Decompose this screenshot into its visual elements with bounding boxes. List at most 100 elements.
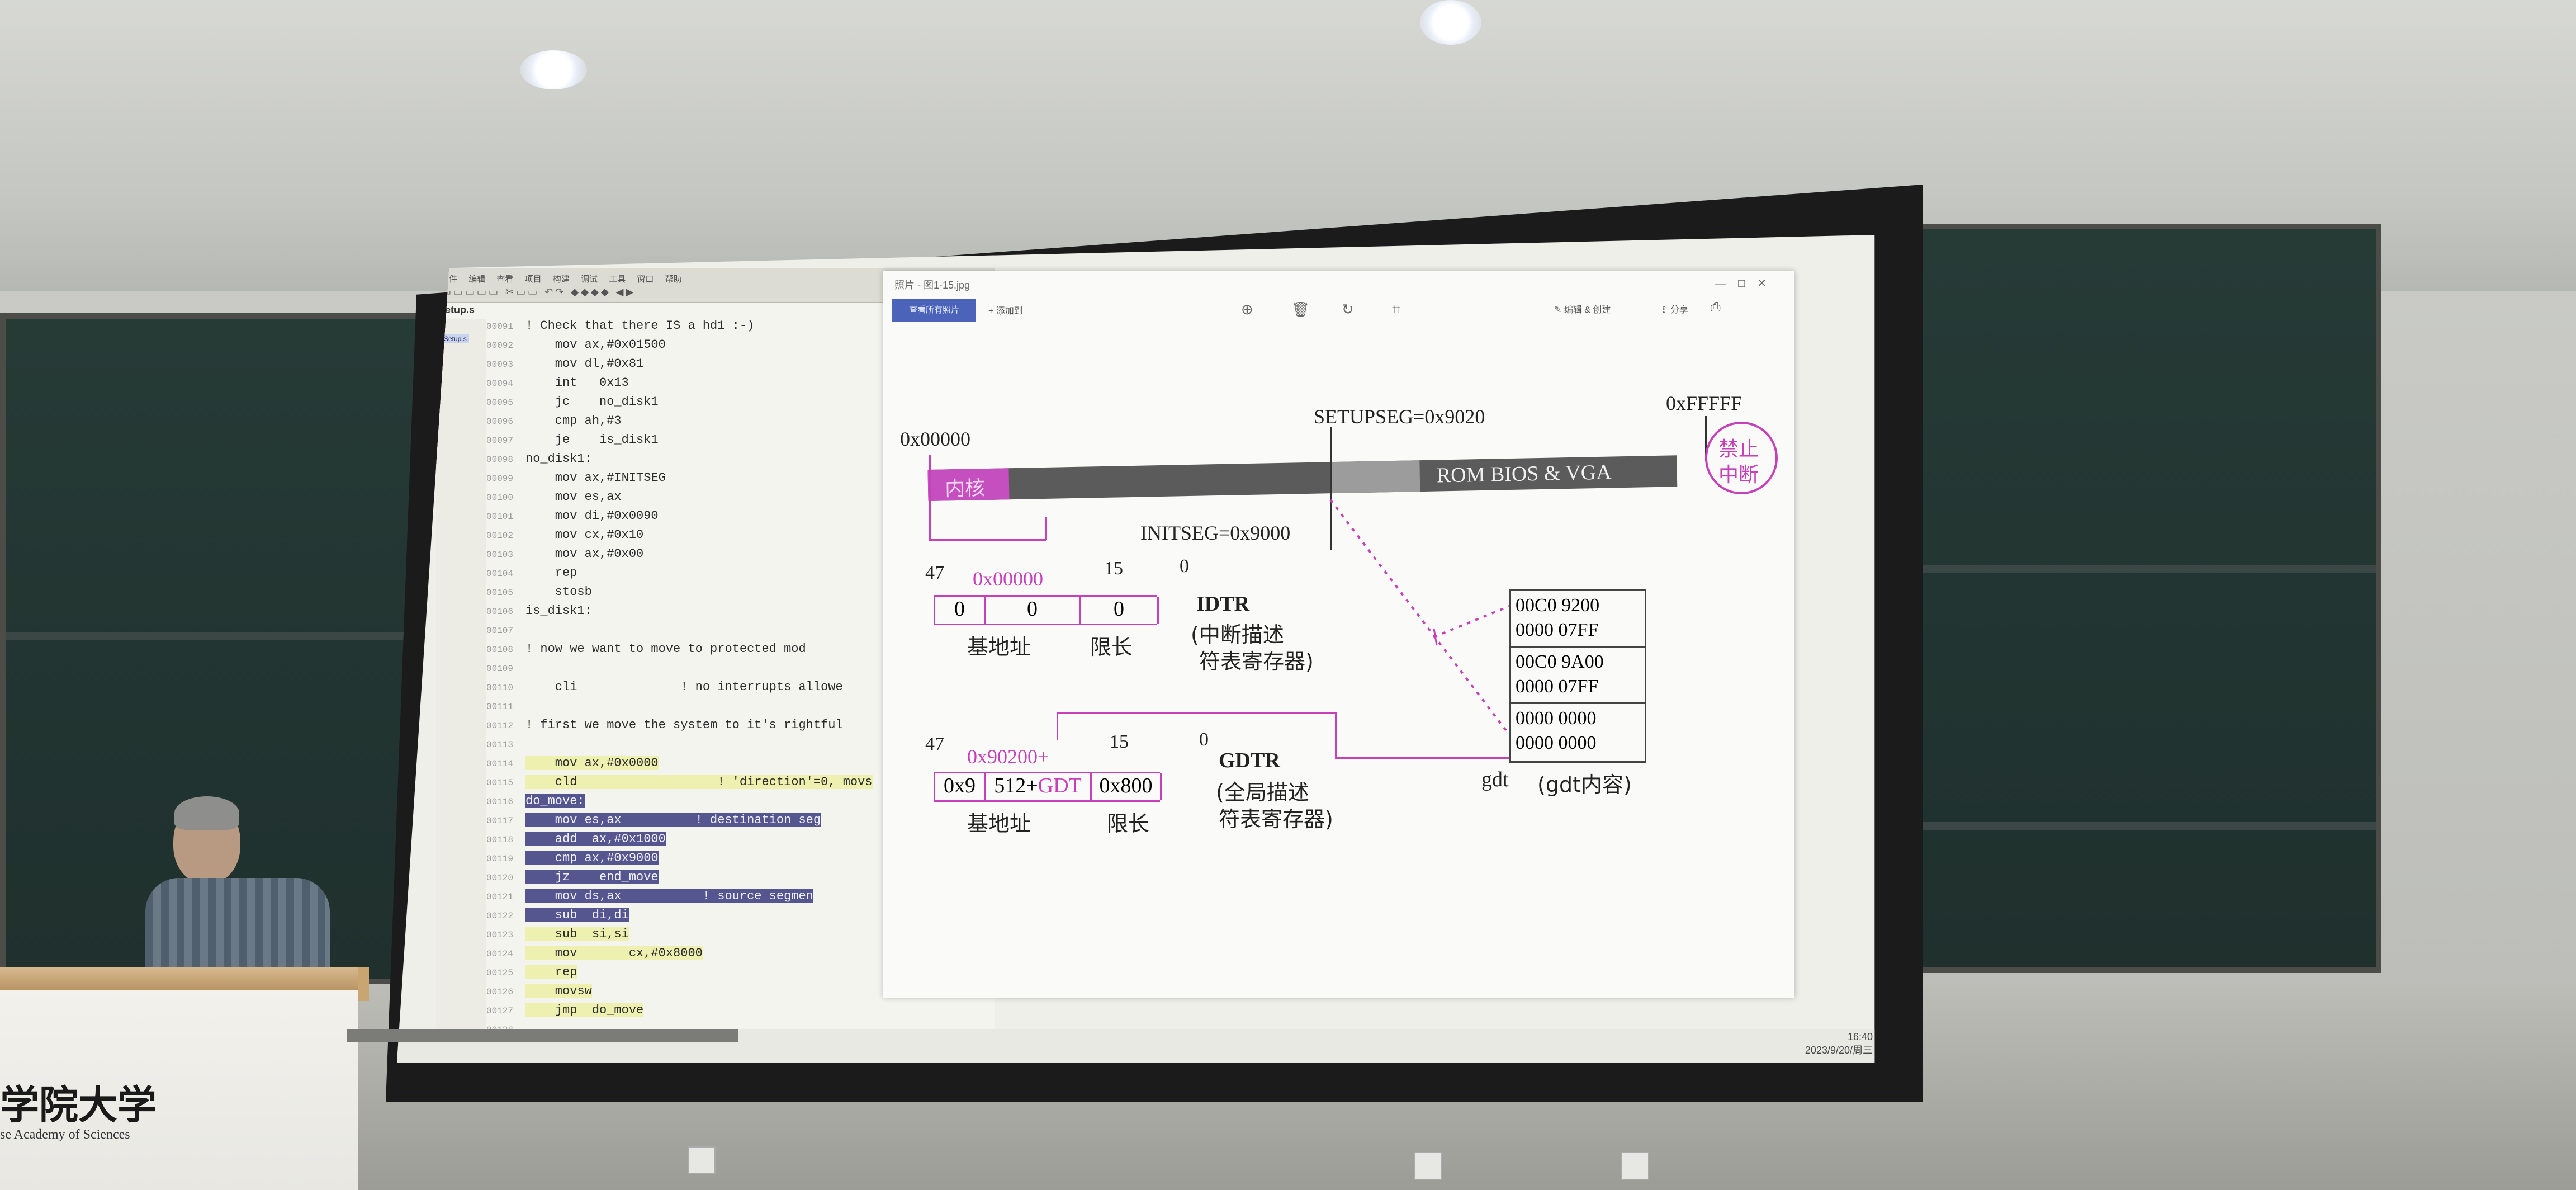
gdtr-bit15: 15	[1110, 731, 1129, 752]
idtr-cell-1: 0	[986, 597, 1081, 624]
gdtr-name: GDTR	[1219, 749, 1280, 772]
menu-item-project[interactable]: 项目	[525, 273, 542, 285]
code-line[interactable]: 00112 ! first we move the system to it's …	[486, 718, 843, 737]
code-text: mov cx,#0x8000	[525, 946, 703, 960]
menu-item-debug[interactable]: 调试	[581, 273, 598, 285]
code-line[interactable]: 00104 rep	[486, 566, 577, 585]
code-line[interactable]: 00123 sub si,si	[486, 927, 629, 946]
menu-item-window[interactable]: 窗口	[637, 273, 654, 285]
code-line[interactable]: 00125 rep	[486, 965, 577, 984]
lecturer-hair	[174, 796, 239, 830]
gdt-entry-1: 00C0 9A00 0000 07FF	[1511, 648, 1645, 705]
line-number: 00114	[486, 759, 514, 769]
code-text: cld ! 'direction'=0, movs	[525, 775, 873, 789]
code-line[interactable]: 00109	[486, 661, 525, 680]
code-text: mov ds,ax ! source segmen	[525, 889, 813, 903]
gdtr-bit47: 47	[925, 734, 944, 754]
board-rail	[1867, 565, 2376, 573]
wall-outlet	[1414, 1152, 1442, 1180]
lecturer	[140, 794, 341, 990]
crop-icon[interactable]: ⌗	[1392, 301, 1400, 319]
code-line[interactable]: 00121 mov ds,ax ! source segmen	[486, 889, 813, 908]
code-line[interactable]: 00119 cmp ax,#0x9000	[486, 851, 659, 870]
code-line[interactable]: 00102 mov cx,#0x10	[486, 528, 643, 547]
gdtr-cell-c: 0x800	[1092, 773, 1162, 800]
idtr-bit15: 15	[1104, 558, 1123, 579]
code-line[interactable]: 00108 ! now we want to move to protected …	[486, 642, 806, 661]
line-number: 00096	[486, 417, 514, 427]
menu-item-edit[interactable]: 编辑	[468, 273, 485, 285]
code-line[interactable]: 00095 jc no_disk1	[486, 395, 659, 414]
code-line[interactable]: 00101 mov di,#0x0090	[486, 509, 659, 528]
code-text: mov ax,#0x0000	[525, 756, 659, 770]
edit-icon: ✎	[1554, 305, 1564, 315]
code-line[interactable]: 00106 is_disk1:	[486, 604, 592, 623]
code-line[interactable]: 00120 jz end_move	[486, 870, 659, 889]
code-text: ! first we move the system to it's right…	[525, 718, 843, 732]
rotate-icon[interactable]: ↻	[1342, 301, 1354, 318]
print-icon[interactable]: ⎙	[1711, 300, 1721, 314]
code-line[interactable]: 00126 movsw	[486, 984, 592, 1003]
code-line[interactable]: 00093 mov dl,#0x81	[486, 357, 643, 376]
zoom-in-icon[interactable]: ⊕	[1241, 301, 1253, 318]
code-line[interactable]: 00114 mov ax,#0x0000	[486, 756, 659, 775]
code-line[interactable]: 00103 mov ax,#0x00	[486, 547, 643, 566]
view-all-photos-button[interactable]: 查看所有照片	[892, 299, 976, 322]
explorer-item[interactable]: Setup.s	[442, 334, 469, 343]
code-line[interactable]: 00097 je is_disk1	[486, 433, 659, 452]
edit-create-menu[interactable]: ✎ 编辑 & 创建	[1554, 302, 1611, 315]
line-number: 00110	[486, 683, 514, 693]
editor-toolbar-icons[interactable]: ▭▭▭▭▭ ✂▭▭ ↶↷ ◆◆◆◆ ◀▶	[442, 286, 636, 298]
gdt-content-label: (gdt内容)	[1537, 772, 1632, 797]
code-line[interactable]: 00111	[486, 699, 525, 718]
gdtr-desc-1: (全局描述	[1216, 780, 1309, 805]
line-number: 00107	[486, 626, 514, 636]
close-button[interactable]: ✕	[1757, 277, 1779, 290]
code-line[interactable]: 00110 cli ! no interrupts allowe	[486, 680, 843, 699]
viewer-toolbar: 查看所有照片 + 添加到 ⊕ 🗑 ↻ ⌗ ✎ 编辑 & 创建 ⇪ 分享 ⎙	[883, 291, 1794, 327]
menu-item-view[interactable]: 查看	[496, 273, 513, 285]
code-line[interactable]: 00099 mov ax,#INITSEG	[486, 471, 666, 490]
line-number: 00113	[486, 740, 514, 750]
gdtr-limit-label: 限长	[1107, 811, 1150, 836]
add-to-button[interactable]: + 添加到	[988, 303, 1023, 317]
line-number: 00103	[486, 550, 514, 560]
code-line[interactable]: 00122 sub di,di	[486, 908, 629, 927]
code-text: add ax,#0x1000	[525, 832, 666, 846]
code-line[interactable]: 00116 do_move:	[486, 794, 585, 813]
code-line[interactable]: 00107	[486, 623, 525, 642]
code-line[interactable]: 00127 jmp do_move	[486, 1003, 644, 1022]
code-line[interactable]: 00092 mov ax,#0x01500	[486, 338, 666, 357]
code-line[interactable]: 00100 mov es,ax	[486, 490, 622, 509]
gdtr-cell-b-gdt: GDT	[1038, 774, 1082, 797]
menu-item-tools[interactable]: 工具	[609, 273, 626, 285]
gdt-entry-1-low: 0000 07FF	[1516, 676, 1599, 697]
line-number: 00112	[486, 721, 514, 731]
code-line[interactable]: 00115 cld ! 'direction'=0, movs	[486, 775, 873, 794]
code-text: mov ax,#INITSEG	[525, 471, 666, 485]
code-text: stosb	[525, 585, 592, 599]
code-line[interactable]: 00113	[486, 737, 525, 756]
code-line[interactable]: 00098 no_disk1:	[486, 452, 592, 471]
code-line[interactable]: 00117 mov es,ax ! destination seg	[486, 813, 821, 832]
code-text: sub di,di	[525, 908, 629, 922]
maximize-button[interactable]: □	[1738, 277, 1757, 290]
code-line[interactable]: 00118 add ax,#0x1000	[486, 832, 666, 851]
idtr-cell-2: 0	[1081, 597, 1159, 624]
gdt-entry-0: 00C0 9200 0000 07FF	[1511, 591, 1645, 648]
menu-item-help[interactable]: 帮助	[665, 273, 682, 285]
code-line[interactable]: 00091 ! Check that there IS a hd1 :-)	[486, 319, 754, 338]
share-button[interactable]: ⇪ 分享	[1660, 302, 1688, 315]
code-line[interactable]: 00105 stosb	[486, 585, 592, 604]
code-line[interactable]: 00094 int 0x13	[486, 376, 629, 395]
menu-item-build[interactable]: 构建	[553, 273, 570, 285]
minimize-button[interactable]: —	[1715, 277, 1738, 290]
code-text: jc no_disk1	[525, 395, 659, 409]
code-line[interactable]: 00096 cmp ah,#3	[486, 414, 622, 433]
dotted-pointer-lines	[1329, 499, 1510, 736]
delete-icon[interactable]: 🗑	[1291, 301, 1310, 318]
line-number: 00106	[486, 607, 514, 617]
line-number: 00091	[486, 322, 514, 332]
taskbar-clock[interactable]: 16:40 2023/9/20/周三	[1805, 1030, 1873, 1057]
code-line[interactable]: 00124 mov cx,#0x8000	[486, 946, 703, 965]
